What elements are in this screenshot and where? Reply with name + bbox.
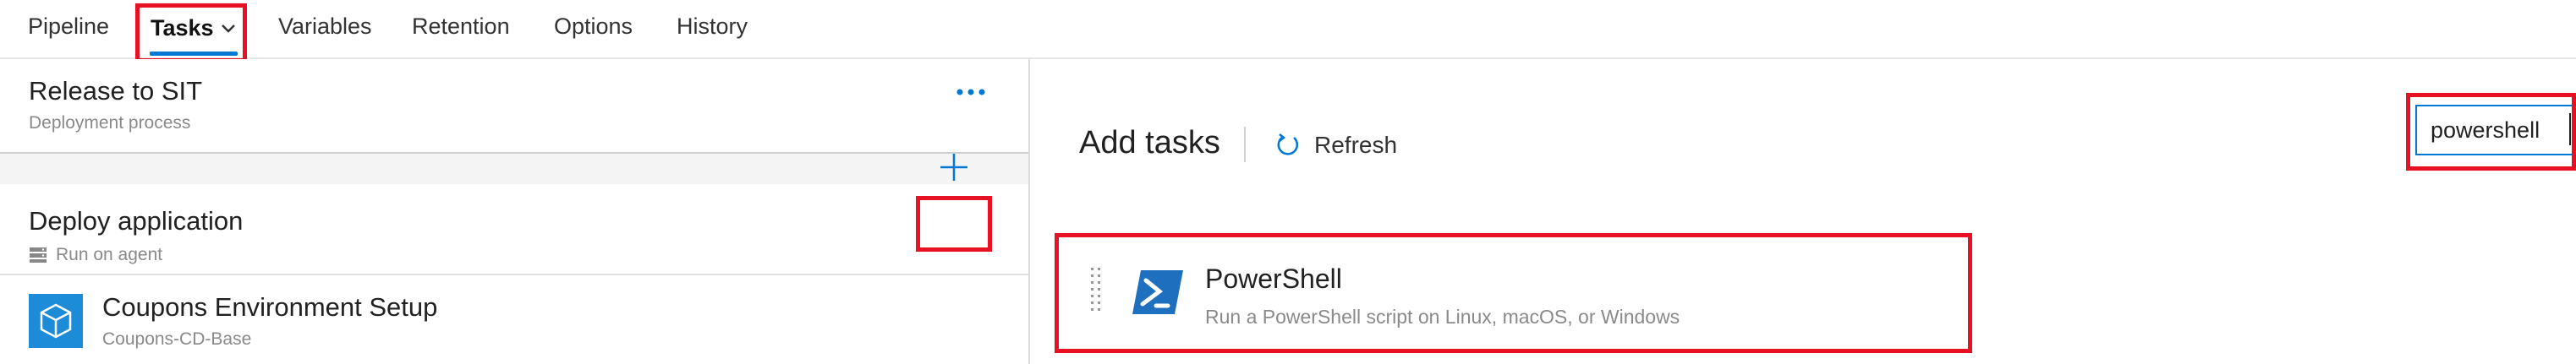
tab-bar: Pipeline Tasks Variables Retention Optio… xyxy=(0,0,2576,59)
highlight-box-search xyxy=(2406,93,2576,171)
refresh-icon xyxy=(1277,133,1299,155)
highlight-box-add-button xyxy=(916,196,992,252)
refresh-label: Refresh xyxy=(1314,132,1398,158)
tab-retention[interactable]: Retention xyxy=(412,0,510,59)
phase-title: Deploy application xyxy=(29,206,244,236)
refresh-button[interactable]: Refresh xyxy=(1275,128,1397,162)
title-separator xyxy=(1244,127,1246,162)
ellipsis-icon[interactable] xyxy=(956,89,986,108)
section-separator xyxy=(0,152,1028,184)
phase-subtitle: Run on agent xyxy=(56,245,163,264)
process-title: Release to SIT xyxy=(29,76,203,106)
plus-icon xyxy=(940,154,967,181)
phase-deploy-application[interactable]: Deploy application Run on agent xyxy=(0,184,1028,275)
highlight-box-powershell-result xyxy=(1055,233,1972,353)
task-subtitle: Coupons-CD-Base xyxy=(102,329,252,349)
deployment-process-panel: Release to SIT Deployment process Deploy… xyxy=(0,59,1028,364)
process-subtitle: Deployment process xyxy=(29,113,191,133)
task-title: Coupons Environment Setup xyxy=(102,292,438,322)
highlight-box-tasks-tab xyxy=(135,3,247,62)
panel-divider xyxy=(1028,59,1030,364)
package-icon xyxy=(29,294,83,348)
tab-options[interactable]: Options xyxy=(554,0,633,59)
task-coupons-environment-setup[interactable]: Coupons Environment Setup Coupons-CD-Bas… xyxy=(0,275,1028,364)
add-task-button[interactable] xyxy=(918,138,990,197)
tab-pipeline[interactable]: Pipeline xyxy=(28,0,109,59)
tab-variables[interactable]: Variables xyxy=(278,0,372,59)
tab-history[interactable]: History xyxy=(677,0,748,59)
add-tasks-title: Add tasks xyxy=(1079,125,1220,160)
server-icon xyxy=(29,247,47,263)
